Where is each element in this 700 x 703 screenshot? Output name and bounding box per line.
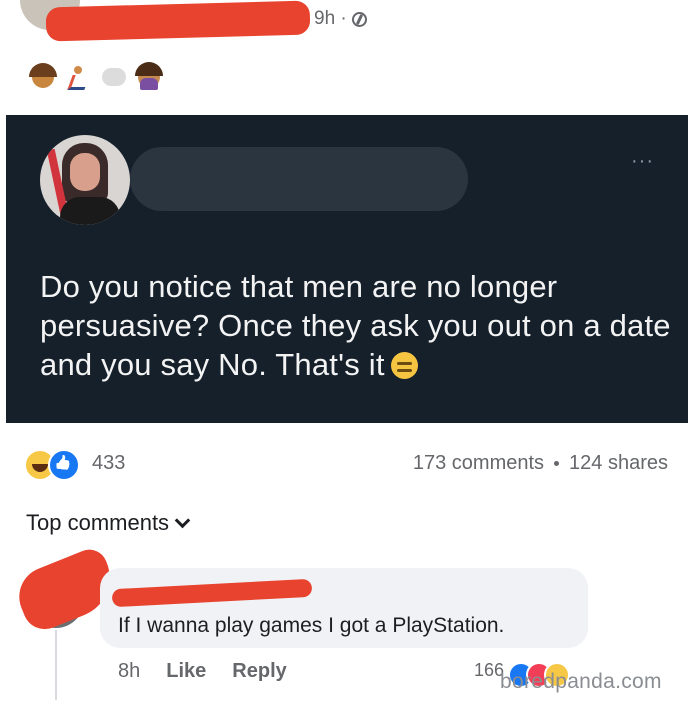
chevron-down-icon xyxy=(174,512,191,528)
tweet-author-avatar xyxy=(40,135,130,225)
tweet-text: Do you notice that men are no longer per… xyxy=(40,267,680,384)
reactions-count[interactable]: 433 xyxy=(92,452,125,475)
post-timestamp[interactable]: 9h · xyxy=(314,8,367,30)
reaction-icons[interactable] xyxy=(24,449,80,481)
running-person-emoji xyxy=(66,66,90,88)
watermark: boredpanda.com xyxy=(500,670,662,693)
dash-emoji xyxy=(102,68,126,86)
post-time-text: 9h · xyxy=(314,8,347,29)
tweet-screenshot-card[interactable]: ··· Do you notice that men are no longer… xyxy=(6,115,688,423)
like-reaction-icon xyxy=(48,449,80,481)
blurred-author-name xyxy=(130,147,468,211)
comment-actions: 8h Like Reply xyxy=(118,660,287,683)
expressionless-face-emoji xyxy=(390,352,418,379)
comment-sort-dropdown[interactable]: Top comments xyxy=(26,510,191,536)
comment-sort-label: Top comments xyxy=(26,510,170,535)
shares-count[interactable]: 124 shares xyxy=(569,452,668,475)
separator-dot xyxy=(554,461,560,466)
globe-icon xyxy=(351,11,367,27)
comment-thread-line xyxy=(55,630,57,700)
woman-face-emoji xyxy=(29,63,57,88)
comment-like-button[interactable]: Like xyxy=(166,660,206,683)
facepalm-emoji xyxy=(135,62,163,90)
more-options-icon: ··· xyxy=(631,150,654,172)
engagement-stats: 173 comments 124 shares xyxy=(413,452,668,475)
redacted-poster-name xyxy=(45,0,311,42)
comments-count[interactable]: 173 comments xyxy=(413,452,544,475)
post-caption-emojis xyxy=(29,62,163,90)
comment-text: If I wanna play games I got a PlayStatio… xyxy=(118,614,505,637)
comment-time[interactable]: 8h xyxy=(118,660,140,683)
comment-reply-button[interactable]: Reply xyxy=(232,660,286,683)
tweet-body: Do you notice that men are no longer per… xyxy=(40,269,671,382)
